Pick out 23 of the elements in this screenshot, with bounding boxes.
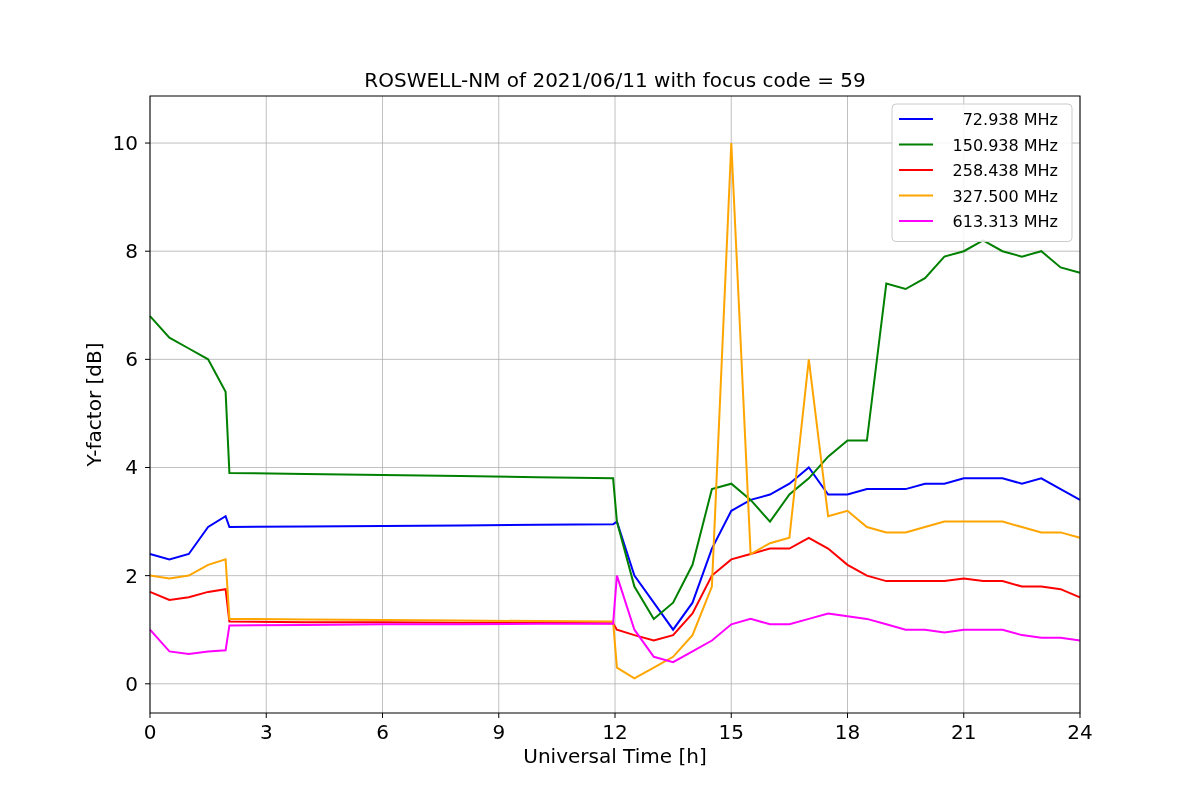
legend-label: 150.938 MHz bbox=[952, 135, 1058, 155]
y-tick-label: 10 bbox=[112, 131, 138, 156]
legend-label: 258.438 MHz bbox=[952, 161, 1058, 180]
x-tick-label: 9 bbox=[492, 720, 506, 744]
x-tick-label: 0 bbox=[143, 720, 157, 744]
y-tick-label: 2 bbox=[125, 563, 138, 588]
y-tick-label: 4 bbox=[125, 455, 138, 480]
x-tick-label: 18 bbox=[834, 720, 861, 744]
legend-label: 613.313 MHz bbox=[952, 212, 1058, 231]
x-tick-label: 24 bbox=[1067, 720, 1093, 744]
y-tick-label: 0 bbox=[125, 671, 138, 696]
x-tick-label: 21 bbox=[951, 720, 977, 744]
x-tick-label: 12 bbox=[602, 720, 628, 744]
x-axis-label: Universal Time [h] bbox=[523, 744, 707, 768]
legend-label: 72.938 MHz bbox=[962, 110, 1058, 129]
x-tick-label: 15 bbox=[718, 720, 744, 744]
legend-label: 327.500 MHz bbox=[952, 186, 1058, 206]
y-tick-label: 6 bbox=[125, 347, 138, 372]
chart-title: ROSWELL-NM of 2021/06/11 with focus code = 59 bbox=[364, 68, 866, 92]
y-tick-label: 8 bbox=[125, 239, 138, 264]
x-tick-label: 3 bbox=[259, 720, 273, 744]
y-axis-label: Y-factor [dB] bbox=[82, 342, 106, 467]
x-tick-label: 6 bbox=[376, 720, 389, 744]
